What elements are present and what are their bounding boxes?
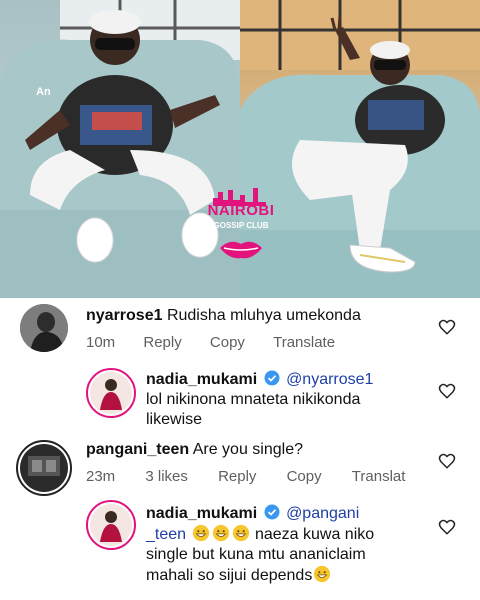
logo-subtitle: GOSSIP CLUB: [213, 221, 269, 230]
avatar[interactable]: [20, 304, 68, 352]
reply-mention[interactable]: @nyarrose1: [286, 371, 373, 388]
watermark-text: An: [36, 86, 51, 98]
logo-title: NAIROBI: [207, 202, 275, 219]
reply-mention-cont[interactable]: _teen: [146, 526, 186, 543]
reply-body-line4: mahali so sijui depends: [146, 567, 313, 584]
reply-button[interactable]: Reply: [143, 334, 181, 351]
comment-text: nyarrose1 Rudisha mluhya umekonda: [86, 306, 426, 326]
grinning-face-emoji-icon: [314, 565, 331, 583]
avatar-image: [20, 444, 68, 492]
avatar[interactable]: [86, 500, 136, 550]
avatar[interactable]: [86, 368, 136, 418]
reply-button[interactable]: Reply: [218, 468, 256, 485]
like-heart-icon[interactable]: [438, 318, 456, 336]
comments-section: nyarrose1 Rudisha mluhya umekonda 10m Re…: [0, 298, 480, 600]
copy-button[interactable]: Copy: [287, 468, 322, 485]
comment-username[interactable]: pangani_teen: [86, 441, 189, 458]
comment-item: pangani_teen Are you single? 23m 3 likes…: [0, 436, 480, 500]
avatar-image: [90, 372, 132, 414]
reply-username[interactable]: nadia_mukami: [146, 505, 257, 522]
avatar-image: [20, 304, 68, 352]
like-heart-icon[interactable]: [438, 382, 456, 400]
translate-button[interactable]: Translat: [352, 468, 406, 485]
post-image[interactable]: An NAIROBI GOSSIP CLUB: [0, 0, 480, 298]
like-heart-icon[interactable]: [438, 452, 456, 470]
likes-count[interactable]: 3 likes: [145, 468, 188, 485]
comment-body: Rudisha mluhya umekonda: [166, 307, 361, 324]
comment-meta: 23m 3 likes Reply Copy Translat: [86, 468, 405, 485]
reply-username[interactable]: nadia_mukami: [146, 371, 257, 388]
reply-body-line3: single but kuna mtu ananiclaim: [146, 546, 366, 563]
verified-badge-icon: [264, 370, 280, 386]
comment-time: 10m: [86, 334, 116, 351]
reply-body-line2: naeza kuwa niko: [254, 526, 375, 543]
grinning-face-emoji-icon: [232, 524, 249, 542]
comment-username[interactable]: nyarrose1: [86, 307, 163, 324]
comment-time: 23m: [86, 468, 116, 485]
grinning-face-emoji-icon: [212, 524, 229, 542]
reply-item: nadia_mukami @nyarrose1 lol nikinona mna…: [0, 364, 480, 438]
copy-button[interactable]: Copy: [210, 334, 245, 351]
reply-body-line1: lol nikinona mnateta nikikonda: [146, 391, 361, 408]
nairobi-gossip-club-logo: NAIROBI GOSSIP CLUB: [198, 186, 284, 272]
comment-text: pangani_teen Are you single?: [86, 440, 426, 460]
reply-body-line2: likewise: [146, 411, 203, 428]
reply-item: nadia_mukami @pangani _teen naeza kuwa n…: [0, 500, 480, 600]
comment-meta: 10m Reply Copy Translate: [86, 334, 335, 351]
avatar[interactable]: [16, 440, 72, 496]
reply-text: nadia_mukami @nyarrose1 lol nikinona mna…: [146, 370, 446, 430]
translate-button[interactable]: Translate: [273, 334, 335, 351]
avatar-image: [90, 504, 132, 546]
verified-badge-icon: [264, 504, 280, 520]
grinning-face-emoji-icon: [192, 524, 209, 542]
like-heart-icon[interactable]: [438, 518, 456, 536]
reply-text: nadia_mukami @pangani _teen naeza kuwa n…: [146, 504, 446, 586]
reply-mention[interactable]: @pangani: [286, 505, 359, 522]
comment-body: Are you single?: [192, 441, 303, 458]
comment-item: nyarrose1 Rudisha mluhya umekonda 10m Re…: [0, 298, 480, 362]
